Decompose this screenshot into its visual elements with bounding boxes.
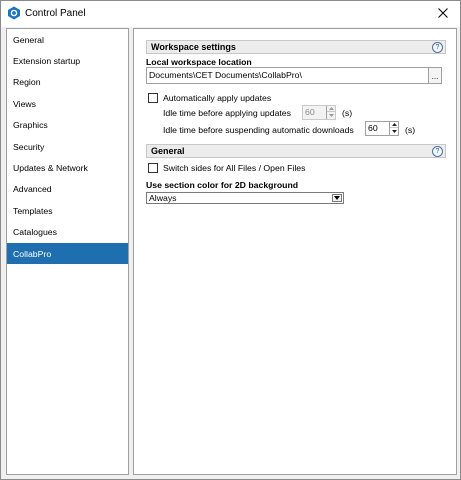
idle-suspend-label: Idle time before suspending automatic do… xyxy=(163,125,354,135)
sidebar-item-collabpro[interactable]: CollabPro xyxy=(7,242,128,265)
general-title: General xyxy=(151,146,185,156)
idle-suspend-unit: (s) xyxy=(405,125,416,135)
sidebar-item-region[interactable]: Region xyxy=(7,72,128,93)
switch-sides-label: Switch sides for All Files / Open Files xyxy=(163,163,306,173)
bg-color-value: Always xyxy=(149,193,177,203)
sidebar-item-templates[interactable]: Templates xyxy=(7,200,128,221)
workspace-settings-header: Workspace settings ? xyxy=(146,40,446,54)
sidebar-nav: General Extension startup Region Views G… xyxy=(6,28,129,475)
sidebar-item-catalogues[interactable]: Catalogues xyxy=(7,222,128,243)
sidebar-item-general[interactable]: General xyxy=(7,29,128,50)
idle-suspend-value: 60 xyxy=(368,123,378,133)
general-header: General ? xyxy=(146,144,446,158)
chevron-down-icon[interactable] xyxy=(390,128,398,134)
app-logo-icon xyxy=(7,6,21,20)
browse-button[interactable]: ... xyxy=(428,67,442,84)
control-panel-window: Control Panel General Extension startup … xyxy=(0,0,461,480)
idle-suspend-stepper[interactable]: 60 xyxy=(365,121,399,136)
sidebar-item-advanced[interactable]: Advanced xyxy=(7,179,128,200)
help-icon[interactable]: ? xyxy=(432,146,443,157)
idle-apply-unit: (s) xyxy=(342,108,353,118)
idle-suspend-spin-buttons xyxy=(389,122,398,135)
idle-apply-stepper: 60 xyxy=(302,105,336,120)
sidebar-item-graphics[interactable]: Graphics xyxy=(7,115,128,136)
bg-color-select[interactable]: Always xyxy=(146,192,344,204)
sidebar-item-views[interactable]: Views xyxy=(7,93,128,114)
sidebar-item-extension-startup[interactable]: Extension startup xyxy=(7,50,128,71)
local-workspace-location-label: Local workspace location xyxy=(146,57,252,67)
bg-color-label: Use section color for 2D background xyxy=(146,180,299,190)
auto-apply-updates-label: Automatically apply updates xyxy=(163,93,272,103)
auto-apply-updates-checkbox[interactable] xyxy=(148,93,158,103)
window-title: Control Panel xyxy=(25,8,86,19)
chevron-down-icon xyxy=(327,112,335,118)
help-icon[interactable]: ? xyxy=(432,42,443,53)
idle-apply-label: Idle time before applying updates xyxy=(163,108,291,118)
title-bar: Control Panel xyxy=(1,1,460,27)
sidebar-item-updates-network[interactable]: Updates & Network xyxy=(7,157,128,178)
switch-sides-checkbox[interactable] xyxy=(148,163,158,173)
close-icon xyxy=(438,8,448,20)
settings-panel: Workspace settings ? Local workspace loc… xyxy=(133,28,457,475)
sidebar-item-security[interactable]: Security xyxy=(7,136,128,157)
idle-apply-value: 60 xyxy=(305,107,315,117)
workspace-settings-title: Workspace settings xyxy=(151,42,236,52)
close-button[interactable] xyxy=(432,4,454,24)
chevron-down-icon xyxy=(332,194,342,202)
idle-apply-spin-buttons xyxy=(326,106,335,119)
workspace-location-field[interactable]: Documents\CET Documents\CollabPro\ xyxy=(146,67,441,84)
